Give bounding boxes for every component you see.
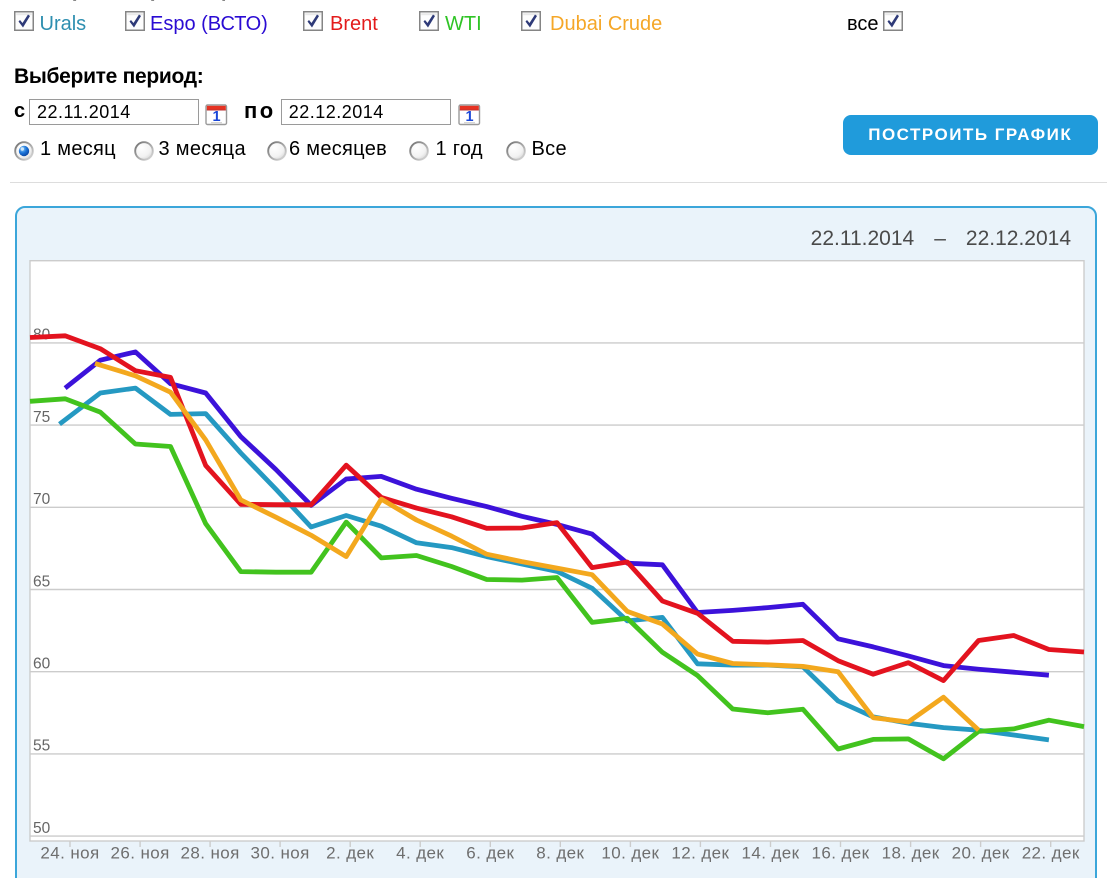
svg-text:60: 60 (33, 656, 51, 673)
svg-text:6. дек: 6. дек (466, 844, 514, 863)
svg-text:24. ноя: 24. ноя (40, 844, 99, 863)
svg-text:16. дек: 16. дек (812, 844, 870, 863)
svg-text:55: 55 (33, 738, 50, 755)
svg-text:28. ноя: 28. ноя (180, 844, 239, 863)
svg-text:8. дек: 8. дек (536, 844, 584, 863)
svg-text:20. дек: 20. дек (952, 844, 1010, 863)
svg-text:22. дек: 22. дек (1022, 844, 1080, 863)
svg-text:12. дек: 12. дек (671, 844, 729, 863)
svg-text:14. дек: 14. дек (742, 844, 800, 863)
svg-text:70: 70 (33, 491, 51, 508)
svg-text:4. дек: 4. дек (396, 844, 444, 863)
svg-text:18. дек: 18. дек (882, 844, 940, 863)
svg-text:65: 65 (33, 573, 50, 590)
svg-text:26. ноя: 26. ноя (110, 844, 169, 863)
svg-text:50: 50 (33, 820, 51, 837)
svg-text:30. ноя: 30. ноя (250, 844, 309, 863)
svg-text:10. дек: 10. дек (601, 844, 659, 863)
svg-text:2. дек: 2. дек (326, 844, 374, 863)
svg-text:75: 75 (33, 409, 50, 426)
